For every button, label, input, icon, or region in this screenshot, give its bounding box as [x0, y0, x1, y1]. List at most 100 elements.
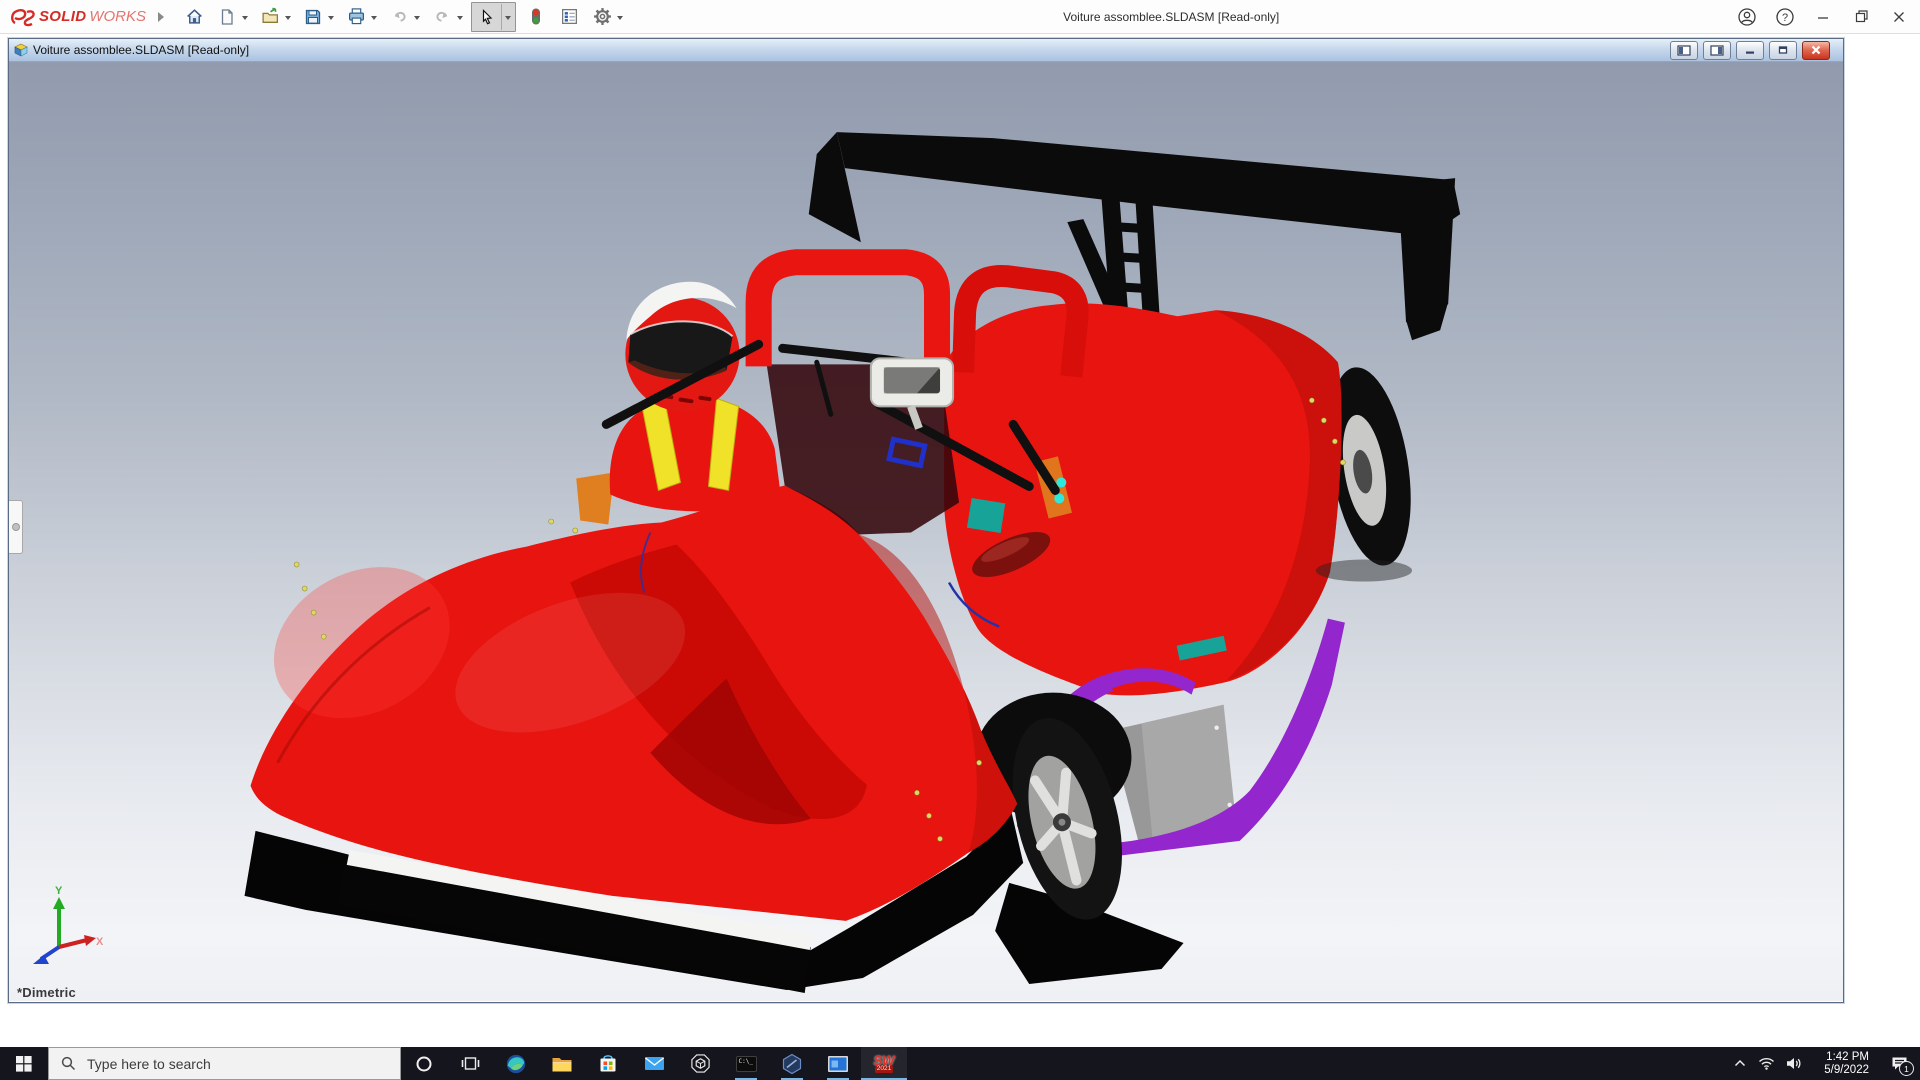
- start-button[interactable]: [0, 1047, 48, 1080]
- document-titlebar[interactable]: Voiture assomblee.SLDASM [Read-only]: [9, 39, 1843, 62]
- account-button[interactable]: [1728, 0, 1766, 33]
- open-button[interactable]: [256, 3, 284, 31]
- wifi-button[interactable]: [1753, 1047, 1780, 1080]
- command-prompt-icon: C:\_: [735, 1055, 757, 1072]
- select-button[interactable]: [472, 3, 501, 31]
- system-tray: 1:42 PM 5/9/2022 1: [1726, 1047, 1920, 1080]
- edge-button[interactable]: [493, 1047, 539, 1080]
- taskbar: C:\_ SW 2021: [0, 1047, 1920, 1080]
- brand-solid: SOLID: [39, 8, 87, 25]
- 3d-viewer-button[interactable]: [677, 1047, 723, 1080]
- triad-x-label: X: [96, 936, 103, 948]
- command-prompt-button[interactable]: C:\_: [723, 1047, 769, 1080]
- edrawings-button[interactable]: [769, 1047, 815, 1080]
- minimize-button[interactable]: [1804, 0, 1842, 33]
- quick-access-toolbar: [180, 1, 631, 32]
- doc-restore-icon: [1778, 46, 1788, 54]
- microsoft-store-button[interactable]: [585, 1047, 631, 1080]
- edge-icon: [506, 1054, 526, 1073]
- doc-close-button[interactable]: [1802, 40, 1830, 60]
- solidworks-2021-icon: SW 2021: [873, 1053, 895, 1073]
- task-view-icon: [461, 1057, 479, 1070]
- print-button[interactable]: [342, 3, 370, 31]
- photos-icon: [828, 1055, 848, 1072]
- view-orientation-label: *Dimetric: [17, 985, 76, 1000]
- toolbar-expand-arrow-icon[interactable]: [158, 11, 165, 22]
- redo-caret-icon[interactable]: [457, 15, 464, 20]
- graphics-viewport[interactable]: Y X *Dimetric: [9, 62, 1843, 1001]
- save-caret-icon[interactable]: [328, 15, 335, 20]
- minimize-icon: [1818, 16, 1828, 19]
- help-button[interactable]: ?: [1766, 0, 1804, 33]
- action-center-button[interactable]: 1: [1878, 1047, 1920, 1080]
- collapsed-tab-dot-icon: [11, 523, 20, 531]
- svg-text:?: ?: [1782, 12, 1788, 24]
- wifi-icon: [1759, 1057, 1774, 1070]
- restore-icon: [1855, 10, 1868, 23]
- solidworks-logo-icon: [11, 8, 35, 26]
- doc-close-icon: [1811, 45, 1821, 55]
- orientation-triad: Y X: [33, 885, 103, 964]
- solidworks-logo: SOLID WORKS: [10, 7, 146, 27]
- featuremanager-collapsed-tab[interactable]: [9, 500, 23, 554]
- taskbar-search[interactable]: [48, 1047, 401, 1080]
- photos-button[interactable]: [815, 1047, 861, 1080]
- pane-left-button[interactable]: [1670, 40, 1698, 60]
- cortana-button[interactable]: [401, 1047, 447, 1080]
- selection-filter-button[interactable]: [522, 3, 550, 31]
- select-arrow-icon: [482, 8, 492, 24]
- print-icon: [348, 8, 364, 25]
- search-input[interactable]: [85, 1054, 369, 1073]
- app-title: Voiture assomblee.SLDASM [Read-only]: [1063, 9, 1280, 24]
- home-button[interactable]: [180, 3, 208, 31]
- options-caret-icon[interactable]: [617, 15, 624, 20]
- car-model[interactable]: [9, 62, 1843, 1001]
- file-properties-button[interactable]: [555, 3, 583, 31]
- search-icon: [61, 1056, 76, 1071]
- restore-button[interactable]: [1842, 0, 1880, 33]
- options-button[interactable]: [588, 3, 616, 31]
- undo-icon: [394, 11, 406, 22]
- save-icon: [305, 9, 321, 24]
- volume-button[interactable]: [1780, 1047, 1807, 1080]
- cortana-icon: [416, 1056, 432, 1071]
- speaker-icon: [1786, 1058, 1800, 1069]
- close-button[interactable]: [1880, 0, 1918, 33]
- doc-minimize-icon: [1746, 51, 1754, 54]
- 3d-viewer-icon: [690, 1054, 710, 1073]
- select-caret-cell[interactable]: [501, 3, 515, 30]
- task-view-button[interactable]: [447, 1047, 493, 1080]
- undo-caret-icon[interactable]: [414, 15, 421, 20]
- solidworks-2021-button[interactable]: SW 2021: [861, 1047, 907, 1080]
- clock-time: 1:42 PM: [1826, 1050, 1869, 1063]
- file-explorer-button[interactable]: [539, 1047, 585, 1080]
- mail-icon: [644, 1057, 664, 1070]
- redo-icon: [436, 11, 447, 22]
- pane-right-button[interactable]: [1703, 40, 1731, 60]
- pane-right-icon: [1710, 44, 1724, 56]
- open-caret-icon[interactable]: [285, 15, 292, 20]
- new-document-caret-icon[interactable]: [242, 15, 249, 20]
- clock-date: 5/9/2022: [1824, 1063, 1869, 1076]
- select-tool-pressed: [471, 1, 517, 32]
- taskbar-clock[interactable]: 1:42 PM 5/9/2022: [1813, 1051, 1869, 1077]
- document-title: Voiture assomblee.SLDASM [Read-only]: [33, 43, 250, 57]
- print-caret-icon[interactable]: [371, 15, 378, 20]
- doc-restore-button[interactable]: [1769, 40, 1797, 60]
- window-controls: ?: [1728, 0, 1918, 33]
- new-document-button[interactable]: [213, 3, 241, 31]
- mdi-area: Voiture assomblee.SLDASM [Read-only] Y X…: [0, 34, 1920, 1047]
- triad-y-label: Y: [55, 885, 63, 897]
- save-button[interactable]: [299, 3, 327, 31]
- mail-button[interactable]: [631, 1047, 677, 1080]
- tray-expand-button[interactable]: [1726, 1047, 1753, 1080]
- redo-button[interactable]: [428, 3, 456, 31]
- pane-left-icon: [1677, 44, 1691, 56]
- undo-button[interactable]: [385, 3, 413, 31]
- close-icon: [1894, 11, 1904, 22]
- doc-minimize-button[interactable]: [1736, 40, 1764, 60]
- open-folder-icon: [261, 7, 278, 23]
- desktop: SOLID WORKS Voiture assomblee.SLDASM [Re…: [0, 0, 1920, 1080]
- document-window: Voiture assomblee.SLDASM [Read-only] Y X…: [8, 38, 1844, 1003]
- account-icon: [1738, 7, 1756, 26]
